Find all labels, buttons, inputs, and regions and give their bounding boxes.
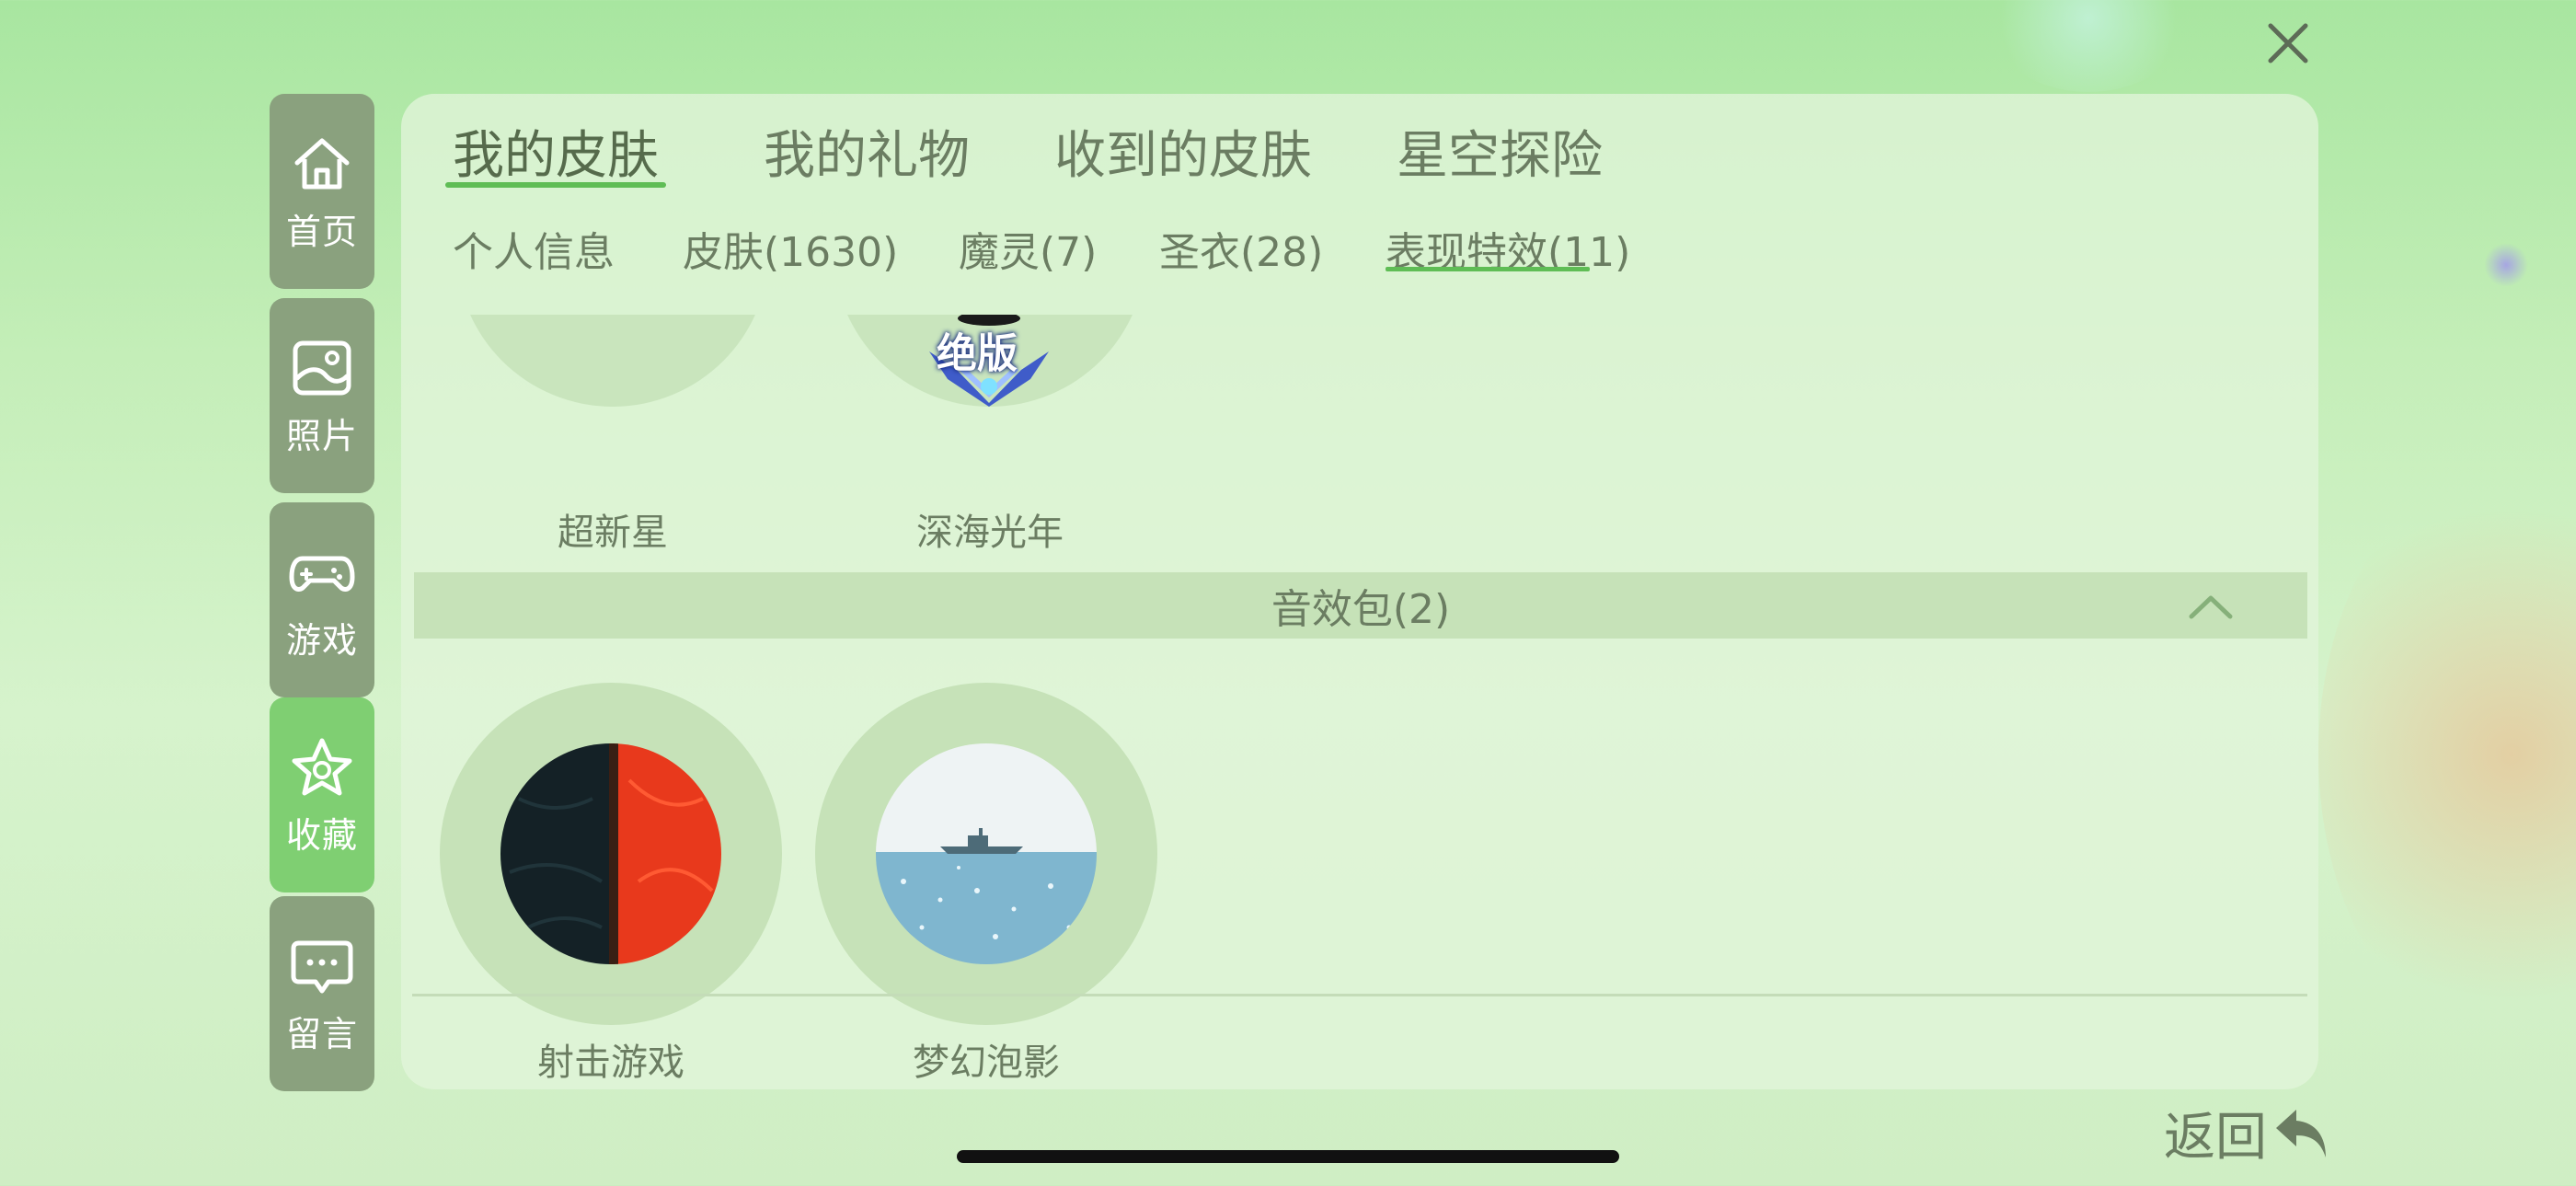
sidebar-item-label: 游戏 bbox=[285, 619, 358, 661]
message-icon bbox=[291, 940, 353, 993]
close-icon bbox=[2268, 23, 2308, 63]
star-icon bbox=[292, 738, 352, 795]
back-label: 返回 bbox=[2164, 1107, 2267, 1168]
sidebar-item-games[interactable]: 游戏 bbox=[270, 502, 374, 697]
sidebar-item-label: 首页 bbox=[285, 211, 358, 252]
sidebar-item-home[interactable]: 首页 bbox=[270, 94, 374, 289]
sidebar-item-favorites[interactable]: 收藏 bbox=[270, 697, 374, 892]
close-button[interactable] bbox=[2263, 18, 2313, 68]
content-scroll-area[interactable]: 绝版 超新星 深海光年 音效包(2) 射击游戏 梦幻泡影 bbox=[401, 315, 2318, 1088]
chevron-up-icon bbox=[2189, 595, 2233, 619]
active-tab-indicator bbox=[445, 182, 666, 188]
back-button[interactable]: 返回 bbox=[2164, 1100, 2335, 1168]
main-tabs: 我的皮肤 我的礼物 收到的皮肤 星空探险 bbox=[401, 94, 2318, 195]
home-icon bbox=[294, 138, 350, 189]
sound-pack-thumbnail bbox=[500, 743, 721, 964]
background-blob bbox=[2484, 243, 2528, 287]
tab-received-skins[interactable]: 收到的皮肤 bbox=[1054, 114, 1312, 189]
background-blob bbox=[2318, 460, 2576, 1049]
subtab-armor[interactable]: 圣衣(28) bbox=[1159, 219, 1323, 278]
sidebar-item-messages[interactable]: 留言 bbox=[270, 896, 374, 1091]
effect-item-supernova[interactable] bbox=[456, 315, 769, 407]
main-panel: 我的皮肤 我的礼物 收到的皮肤 星空探险 个人信息 皮肤(1630) 魔灵(7)… bbox=[401, 94, 2318, 1089]
active-subtab-indicator bbox=[1386, 267, 1590, 271]
subtab-skins[interactable]: 皮肤(1630) bbox=[683, 219, 898, 278]
image-icon bbox=[293, 340, 351, 395]
home-indicator[interactable] bbox=[957, 1150, 1619, 1163]
tab-star-adventure[interactable]: 星空探险 bbox=[1397, 114, 1603, 189]
gamepad-icon bbox=[289, 556, 355, 592]
sidebar-item-label: 留言 bbox=[285, 1013, 358, 1054]
sidebar-item-photos[interactable]: 照片 bbox=[270, 298, 374, 493]
sound-pack-thumbnail bbox=[876, 743, 1097, 964]
sidebar-item-label: 照片 bbox=[285, 415, 358, 456]
sound-pack-dream-bubble[interactable] bbox=[815, 683, 1157, 1025]
item-label: 梦幻泡影 bbox=[913, 1042, 1060, 1084]
sidebar-item-label: 收藏 bbox=[285, 814, 358, 856]
tab-my-skins[interactable]: 我的皮肤 bbox=[453, 114, 659, 189]
item-label: 射击游戏 bbox=[537, 1042, 684, 1084]
subtab-spirits[interactable]: 魔灵(7) bbox=[959, 219, 1097, 278]
limited-badge-text: 绝版 bbox=[937, 330, 1018, 377]
sound-pack-shooting[interactable] bbox=[440, 683, 782, 1025]
item-label: 超新星 bbox=[558, 512, 668, 554]
subtab-profile[interactable]: 个人信息 bbox=[453, 219, 615, 278]
sound-pack-section-header[interactable]: 音效包(2) bbox=[414, 572, 2307, 639]
background-blob bbox=[1987, 0, 2190, 92]
tab-my-gifts[interactable]: 我的礼物 bbox=[764, 114, 970, 189]
section-divider bbox=[412, 994, 2307, 996]
item-label: 深海光年 bbox=[916, 512, 1064, 554]
section-title: 音效包(2) bbox=[1271, 586, 1451, 633]
back-arrow-icon bbox=[2276, 1110, 2326, 1157]
